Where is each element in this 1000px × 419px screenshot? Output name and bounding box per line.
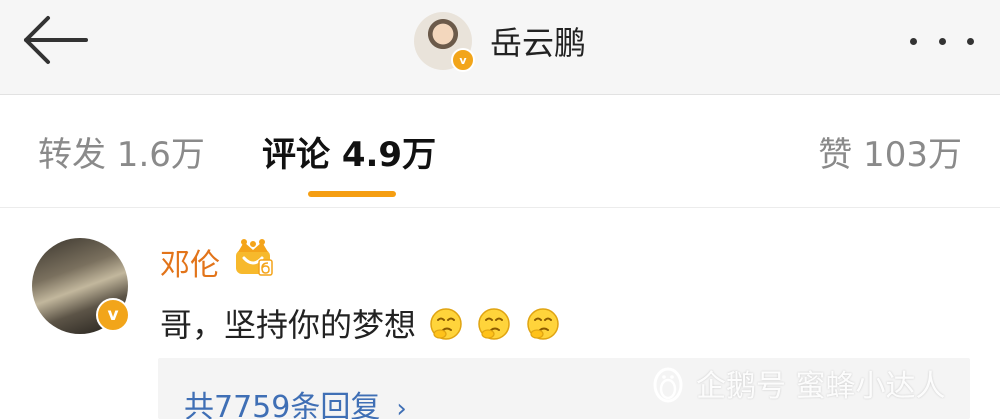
comment-item: v 邓伦 哥，坚持你的梦想 共7759条回复 › 企鹅号 蜜蜂小达人 (0, 208, 1000, 419)
more-dots-icon (910, 37, 917, 45)
comment-body: 哥，坚持你的梦想 (160, 306, 417, 344)
verified-badge-icon: v (96, 298, 130, 332)
author-name[interactable]: 岳云鹏 (490, 18, 586, 64)
back-button[interactable] (18, 12, 94, 68)
watermark-text: 企鹅号 蜜蜂小达人 (696, 369, 946, 404)
arrow-left-icon (24, 16, 88, 64)
more-dots-icon (967, 37, 974, 45)
penguin-logo-icon (653, 367, 683, 403)
thinking-face-icon (526, 308, 559, 340)
crown-badge-icon (236, 239, 273, 276)
page: v 岳云鹏 转发 1.6万 评论 4.9万 赞 103万 v 邓伦 哥，坚持你的… (0, 0, 1000, 419)
tab-comments[interactable]: 评论 4.9万 (262, 127, 436, 176)
avatar[interactable]: v (414, 12, 475, 72)
chevron-right-icon: › (396, 394, 407, 419)
replies-count-label: 共7759条回复 (184, 390, 381, 419)
watermark: 企鹅号 蜜蜂小达人 (650, 358, 946, 408)
more-dots-icon (938, 37, 946, 45)
thinking-face-icon (430, 308, 462, 340)
thinking-face-icon (478, 308, 511, 340)
top-nav-bar: v 岳云鹏 (0, 0, 1000, 95)
avatar[interactable]: v (32, 238, 130, 334)
tab-reposts[interactable]: 转发 1.6万 (38, 127, 205, 176)
comment-username[interactable]: 邓伦 (160, 240, 220, 284)
view-replies-link[interactable]: 共7759条回复 › (184, 382, 407, 419)
comment-text: 哥，坚持你的梦想 (160, 300, 561, 346)
tab-bar: 转发 1.6万 评论 4.9万 赞 103万 (0, 95, 1000, 208)
active-tab-indicator (308, 191, 396, 197)
tab-likes[interactable]: 赞 103万 (818, 127, 962, 176)
verified-badge-icon: v (451, 48, 475, 72)
post-author[interactable]: v 岳云鹏 (414, 10, 586, 72)
more-button[interactable] (910, 28, 974, 54)
